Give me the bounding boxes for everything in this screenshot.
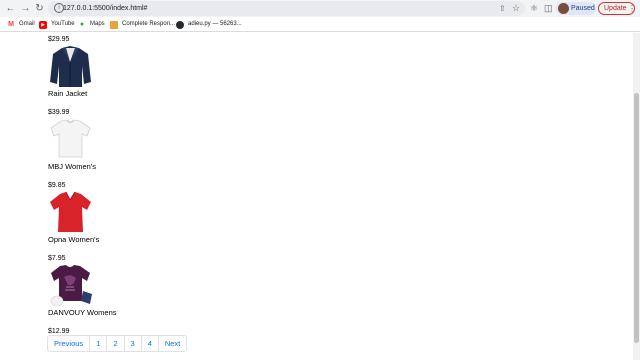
pagination: Previous 1 2 3 4 Next	[47, 335, 188, 352]
update-label: Update	[604, 5, 627, 12]
address-bar-url[interactable]: 127.0.0.1:5500/index.html#	[63, 3, 147, 14]
github-icon	[176, 20, 184, 29]
product-image-jacket[interactable]	[48, 44, 93, 89]
bookmark-label: Gmail	[19, 21, 35, 27]
avatar	[558, 3, 569, 14]
product-image-white-tee[interactable]	[48, 117, 93, 162]
pagination-page-2[interactable]: 2	[106, 336, 123, 351]
youtube-icon: ▶	[39, 20, 47, 29]
product-price: $39.99	[48, 109, 70, 116]
back-icon[interactable]: ←	[4, 2, 17, 15]
product-title: Rain Jacket	[48, 89, 88, 98]
maps-icon: ●	[79, 20, 85, 28]
product-title: Opna Women's	[48, 235, 100, 244]
product-image-purple-tee[interactable]	[48, 263, 93, 308]
bookmark-label: Complete Respon...	[122, 21, 176, 27]
scrollbar-thumb[interactable]	[634, 93, 639, 343]
bookmark-label: Maps	[90, 21, 105, 27]
page-scrollbar[interactable]	[633, 33, 640, 360]
pagination-previous[interactable]: Previous	[48, 336, 89, 351]
product-title: MBJ Women's	[48, 162, 96, 171]
share-icon[interactable]: ⇧	[499, 3, 506, 14]
browser-toolbar: ← → ↻ i 127.0.0.1:5500/index.html# ⇧ ☆ ⚛…	[0, 0, 640, 17]
forward-icon[interactable]: →	[19, 2, 32, 15]
bookmark-adieu[interactable]: adieu.py — 56263...	[176, 19, 242, 30]
address-bar[interactable]: i 127.0.0.1:5500/index.html# ⇧ ☆	[48, 1, 525, 16]
reload-icon[interactable]: ↻	[33, 2, 46, 15]
bookmark-star-icon[interactable]: ☆	[512, 2, 520, 14]
extensions-icon[interactable]: ⚛	[530, 2, 538, 15]
update-button[interactable]: Update ⋮	[598, 2, 636, 15]
product-image-red-tee[interactable]	[48, 190, 93, 235]
bookmark-icon	[110, 20, 118, 29]
product-price: $7.95	[48, 255, 66, 262]
bookmarks-bar: M Gmail ▶ YouTube ● Maps Complete Respon…	[0, 17, 640, 32]
pagination-next[interactable]: Next	[157, 336, 186, 351]
bookmark-maps[interactable]: ● Maps	[78, 19, 105, 30]
bookmark-label: adieu.py — 56263...	[188, 21, 242, 27]
product-price: $29.95	[48, 36, 70, 43]
bookmark-gmail[interactable]: M Gmail	[7, 19, 35, 30]
product-title: DANVOUY Womens	[48, 308, 117, 317]
pagination-page-3[interactable]: 3	[123, 336, 141, 351]
bookmark-complete-response[interactable]: Complete Respon...	[110, 19, 175, 30]
profile-status-label: Paused	[571, 5, 595, 12]
profile-button[interactable]: Paused	[556, 2, 596, 15]
bookmark-label: YouTube	[51, 21, 75, 27]
gmail-icon: M	[8, 20, 14, 28]
pagination-page-1[interactable]: 1	[89, 336, 106, 351]
product-price: $9.85	[48, 182, 66, 189]
bookmark-youtube[interactable]: ▶ YouTube	[39, 19, 75, 30]
page-content: $29.95 Rain Jacket $39.99 MBJ Women's $9…	[0, 33, 633, 360]
more-menu-icon[interactable]: ⋮	[628, 3, 636, 14]
pagination-page-4[interactable]: 4	[140, 336, 158, 351]
side-panel-icon[interactable]: ◫	[544, 2, 553, 15]
